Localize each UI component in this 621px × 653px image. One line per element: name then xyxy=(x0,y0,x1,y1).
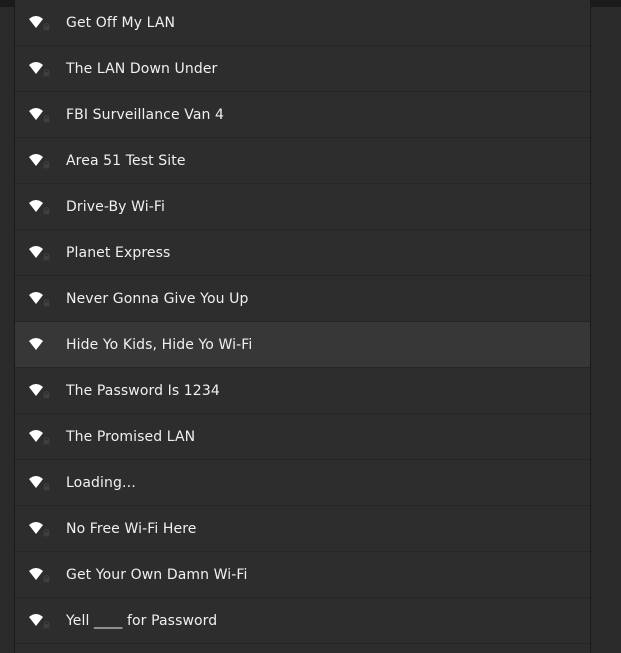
wifi-signal-icon xyxy=(29,383,50,398)
signal-wedge xyxy=(29,291,43,304)
network-name: Drive-By Wi-Fi xyxy=(66,198,166,215)
signal-wedge xyxy=(29,613,43,626)
network-row[interactable]: Planet Express xyxy=(15,230,590,276)
wifi-signal-icon xyxy=(29,15,50,30)
lock-icon xyxy=(43,482,50,490)
lock-icon xyxy=(43,206,50,214)
network-name: The Promised LAN xyxy=(66,428,196,445)
signal-wedge xyxy=(29,383,43,396)
network-row[interactable]: Drive-By Wi-Fi xyxy=(15,184,590,230)
network-name: Hide Yo Kids, Hide Yo Wi-Fi xyxy=(66,336,253,353)
wifi-signal-icon xyxy=(29,245,50,260)
wifi-signal-icon xyxy=(29,521,50,536)
wifi-signal-icon xyxy=(29,429,50,444)
network-row[interactable]: No Free Wi-Fi Here xyxy=(15,506,590,552)
signal-wedge xyxy=(29,199,43,212)
lock-icon xyxy=(43,252,50,260)
scrollbar-track[interactable] xyxy=(590,7,621,653)
wifi-signal-icon xyxy=(29,613,50,628)
lock-icon xyxy=(43,22,50,30)
network-row[interactable]: Get Off My LAN xyxy=(15,0,590,46)
signal-wedge xyxy=(29,15,43,28)
signal-wedge xyxy=(29,475,43,488)
left-gutter xyxy=(0,7,15,653)
wifi-signal-icon xyxy=(29,153,50,168)
signal-wedge xyxy=(29,337,43,350)
network-name: No Free Wi-Fi Here xyxy=(66,520,197,537)
network-row[interactable]: The Promised LAN xyxy=(15,414,590,460)
network-name: FBI Surveillance Van 4 xyxy=(66,106,225,123)
wifi-signal-icon xyxy=(29,61,50,76)
network-row[interactable]: Yell ____ for Password xyxy=(15,598,590,644)
network-name: Never Gonna Give You Up xyxy=(66,290,249,307)
network-row-selected[interactable]: Hide Yo Kids, Hide Yo Wi-Fi xyxy=(15,322,590,368)
lock-icon xyxy=(43,160,50,168)
wifi-signal-icon xyxy=(29,107,50,122)
lock-icon xyxy=(43,68,50,76)
signal-wedge xyxy=(29,521,43,534)
network-name: Loading… xyxy=(66,474,137,491)
network-row[interactable]: The Password Is 1234 xyxy=(15,368,590,414)
wifi-signal-icon xyxy=(29,475,50,490)
network-name: Planet Express xyxy=(66,244,171,261)
signal-wedge xyxy=(29,61,43,74)
network-row[interactable]: Loading… xyxy=(15,460,590,506)
wifi-signal-icon xyxy=(29,291,50,306)
lock-icon xyxy=(43,574,50,582)
network-row[interactable]: Get Your Own Damn Wi-Fi xyxy=(15,552,590,598)
signal-wedge xyxy=(29,567,43,580)
wifi-signal-icon xyxy=(29,337,43,350)
signal-wedge xyxy=(29,107,43,120)
network-row[interactable]: FBI Surveillance Van 4 xyxy=(15,92,590,138)
lock-icon xyxy=(43,298,50,306)
lock-icon xyxy=(43,528,50,536)
network-name: The Password Is 1234 xyxy=(66,382,220,399)
signal-wedge xyxy=(29,429,43,442)
network-row[interactable]: The LAN Down Under xyxy=(15,46,590,92)
lock-icon xyxy=(43,390,50,398)
signal-wedge xyxy=(29,153,43,166)
lock-icon xyxy=(43,436,50,444)
wifi-signal-icon xyxy=(29,199,50,214)
network-name: The LAN Down Under xyxy=(66,60,218,77)
network-name: Yell ____ for Password xyxy=(66,612,218,629)
network-row[interactable]: Never Gonna Give You Up xyxy=(15,276,590,322)
signal-wedge xyxy=(29,245,43,258)
network-row[interactable]: Area 51 Test Site xyxy=(15,138,590,184)
wifi-network-list: Get Off My LAN The LAN Down Under FBI Su… xyxy=(15,0,590,653)
network-name: Area 51 Test Site xyxy=(66,152,186,169)
lock-icon xyxy=(43,114,50,122)
lock-icon xyxy=(43,620,50,628)
network-name: Get Your Own Damn Wi-Fi xyxy=(66,566,248,583)
wifi-signal-icon xyxy=(29,567,50,582)
network-name: Get Off My LAN xyxy=(66,14,176,31)
